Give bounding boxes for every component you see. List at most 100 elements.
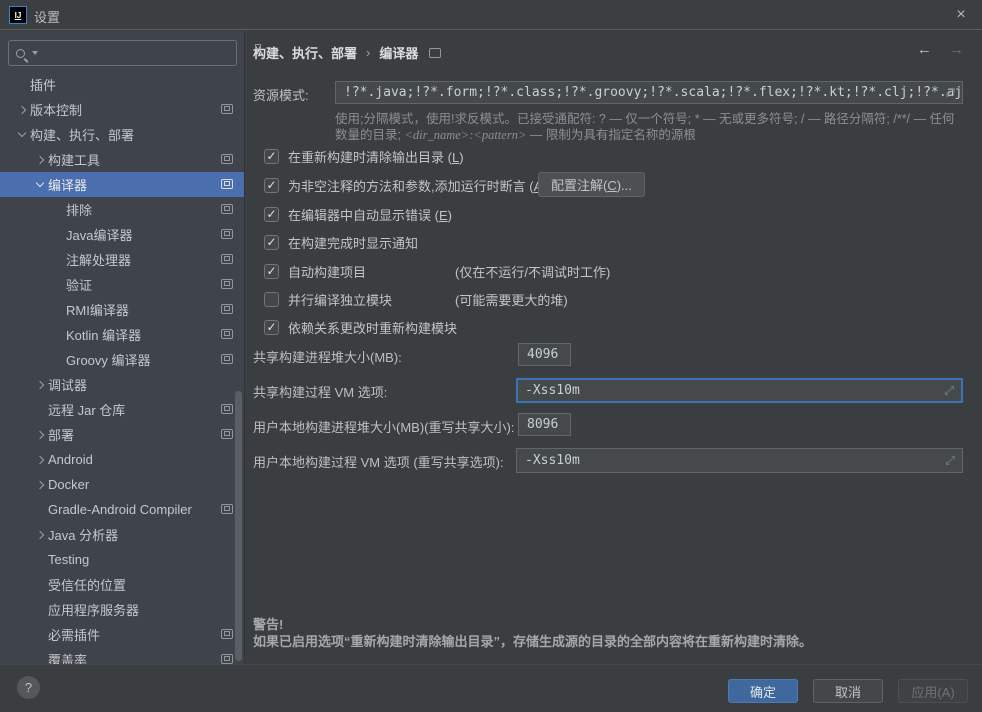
sidebar-item[interactable]: RMI编译器 [0, 297, 244, 322]
vm-options-field[interactable]: -Xss10m⤢ [516, 448, 963, 473]
checkbox-row: ✓在构建完成时显示通知 [264, 232, 982, 252]
sidebar-item-label: 版本控制 [30, 100, 82, 119]
checkbox-label: 在重新构建时清除输出目录 (L) [288, 147, 464, 166]
sidebar-item[interactable]: 排除 [0, 197, 244, 222]
close-icon[interactable]: × [950, 4, 972, 26]
sidebar-item[interactable]: Groovy 编译器 [0, 347, 244, 372]
warning-text: 如果已启用选项“重新构建时清除输出目录”，存储生成源的目录的全部内容将在重新构建… [253, 633, 812, 650]
expand-icon[interactable]: ⤢ [945, 453, 955, 468]
warning-title: 警告! [253, 616, 812, 633]
heap-size-field[interactable]: 8096 [518, 413, 571, 436]
chevron-right-icon[interactable] [32, 482, 48, 488]
check-icon: ✓ [266, 207, 276, 221]
heap-size-field[interactable]: 4096 [518, 343, 571, 366]
sidebar-item-label: RMI编译器 [66, 300, 129, 319]
sidebar-scrollbar[interactable] [235, 391, 242, 661]
sidebar-item[interactable]: 应用程序服务器 [0, 597, 244, 622]
checkbox-row: ✓为非空注释的方法和参数,添加运行时断言 (A)配置注解(C)... [264, 175, 982, 195]
check-icon: ✓ [266, 178, 276, 192]
checkbox-label: 依赖关系更改时重新构建模块 [288, 318, 457, 337]
resource-pattern-field[interactable]: !?*.java;!?*.form;!?*.class;!?*.groovy;!… [335, 81, 963, 104]
search-input[interactable] [8, 40, 237, 66]
checkbox-note: (可能需要更大的堆) [455, 290, 568, 309]
checkbox-checked[interactable]: ✓ [264, 320, 279, 335]
checkbox-row: 并行编译独立模块(可能需要更大的堆) [264, 289, 982, 309]
sidebar-item[interactable]: Testing [0, 547, 244, 572]
sidebar-item[interactable]: Docker [0, 472, 244, 497]
expand-icon[interactable]: ⤢ [945, 85, 955, 100]
sidebar-item[interactable]: 必需插件 [0, 622, 244, 647]
sidebar-item-label: 插件 [30, 75, 56, 94]
chevron-right-icon[interactable] [32, 382, 48, 388]
sidebar-item[interactable]: 验证 [0, 272, 244, 297]
sidebar-item[interactable]: Kotlin 编译器 [0, 322, 244, 347]
sidebar-item[interactable]: 版本控制 [0, 97, 244, 122]
chevron-right-icon[interactable] [14, 107, 30, 113]
checkbox-checked[interactable]: ✓ [264, 264, 279, 279]
check-icon: ✓ [266, 320, 276, 334]
resource-pattern-hint: 使用;分隔模式，使用!求反模式。已接受通配符: ? — 仅一个符号; * — 无… [335, 111, 959, 143]
monitor-icon [429, 48, 441, 58]
vm-options-field[interactable]: -Xss10m⤢ [516, 378, 963, 403]
field-label: 用户本地构建进程堆大小(MB)(重写共享大小): [253, 416, 514, 439]
sidebar-item[interactable]: Java编译器 [0, 222, 244, 247]
sidebar-item-label: Kotlin 编译器 [66, 325, 141, 344]
sidebar-item-label: Java 分析器 [48, 525, 118, 544]
sidebar-item[interactable]: 远程 Jar 仓库 [0, 397, 244, 422]
field-label: 用户本地构建过程 VM 选项 (重写共享选项): [253, 451, 504, 474]
ok-button[interactable]: 确定 [728, 679, 798, 703]
settings-tree: 插件版本控制构建、执行、部署构建工具编译器排除 Java编译器注解处理器验证 RMI… [0, 72, 244, 664]
sidebar-item[interactable]: 受信任的位置 [0, 572, 244, 597]
checkbox-checked[interactable]: ✓ [264, 235, 279, 250]
sidebar-item[interactable]: 部署 [0, 422, 244, 447]
checkbox-checked[interactable]: ✓ [264, 149, 279, 164]
monitor-icon [221, 154, 233, 164]
sidebar-item[interactable]: 构建工具 [0, 147, 244, 172]
sidebar-item-label: Android [48, 452, 93, 467]
breadcrumb-item[interactable]: 编译器 [379, 43, 418, 62]
checkbox-checked[interactable]: ✓ [264, 178, 279, 193]
sidebar-item-label: 必需插件 [48, 625, 100, 644]
chevron-right-icon[interactable] [32, 457, 48, 463]
breadcrumb: 构建、执行、部署 › 编译器 [253, 43, 441, 62]
expand-icon[interactable]: ⤢ [944, 383, 954, 398]
sidebar-item[interactable]: Gradle-Android Compiler [0, 497, 244, 522]
titlebar: IJ 设置 × [0, 0, 982, 30]
sidebar-item-label: 验证 [66, 275, 92, 294]
help-button[interactable]: ? [17, 676, 40, 699]
sidebar-item-label: 构建工具 [48, 150, 100, 169]
sidebar-item[interactable]: 注解处理器 [0, 247, 244, 272]
sidebar-item[interactable]: Java 分析器 [0, 522, 244, 547]
configure-annotations-button[interactable]: 配置注解(C)... [538, 172, 645, 197]
sidebar-item[interactable]: 构建、执行、部署 [0, 122, 244, 147]
sidebar-item-label: 应用程序服务器 [48, 600, 139, 619]
field-value: 4096 [527, 347, 558, 362]
chevron-right-icon[interactable] [32, 157, 48, 163]
checkbox-checked[interactable]: ✓ [264, 207, 279, 222]
monitor-icon [221, 504, 233, 514]
sidebar-item[interactable]: Android [0, 447, 244, 472]
sidebar-item-label: Java编译器 [66, 225, 132, 244]
sidebar-item[interactable]: 调试器 [0, 372, 244, 397]
main-panel: 构建、执行、部署 › 编译器 ← → 资源模式: !?*.java;!?*.fo… [246, 31, 982, 664]
chevron-down-icon[interactable] [32, 183, 48, 186]
sidebar-item[interactable]: 覆盖率 [0, 647, 244, 664]
sidebar-item-label: 覆盖率 [48, 650, 87, 664]
monitor-icon [221, 279, 233, 289]
sidebar-item-label: 排除 [66, 200, 92, 219]
chevron-down-icon[interactable] [14, 133, 30, 136]
chevron-right-icon[interactable] [32, 432, 48, 438]
checkbox-unchecked[interactable] [264, 292, 279, 307]
app-logo-icon: IJ [9, 6, 27, 24]
chevron-right-icon[interactable] [32, 532, 48, 538]
back-arrow-icon[interactable]: ← [917, 41, 932, 58]
monitor-icon [221, 404, 233, 414]
cancel-button[interactable]: 取消 [813, 679, 883, 703]
sidebar-item[interactable]: 插件 [0, 72, 244, 97]
sidebar-item-label: 受信任的位置 [48, 575, 126, 594]
field-value: 8096 [527, 417, 558, 432]
search-icon [16, 49, 25, 58]
apply-button: 应用(A) [898, 679, 968, 703]
sidebar-item[interactable]: 编译器 [0, 172, 244, 197]
breadcrumb-item[interactable]: 构建、执行、部署 [253, 43, 357, 62]
